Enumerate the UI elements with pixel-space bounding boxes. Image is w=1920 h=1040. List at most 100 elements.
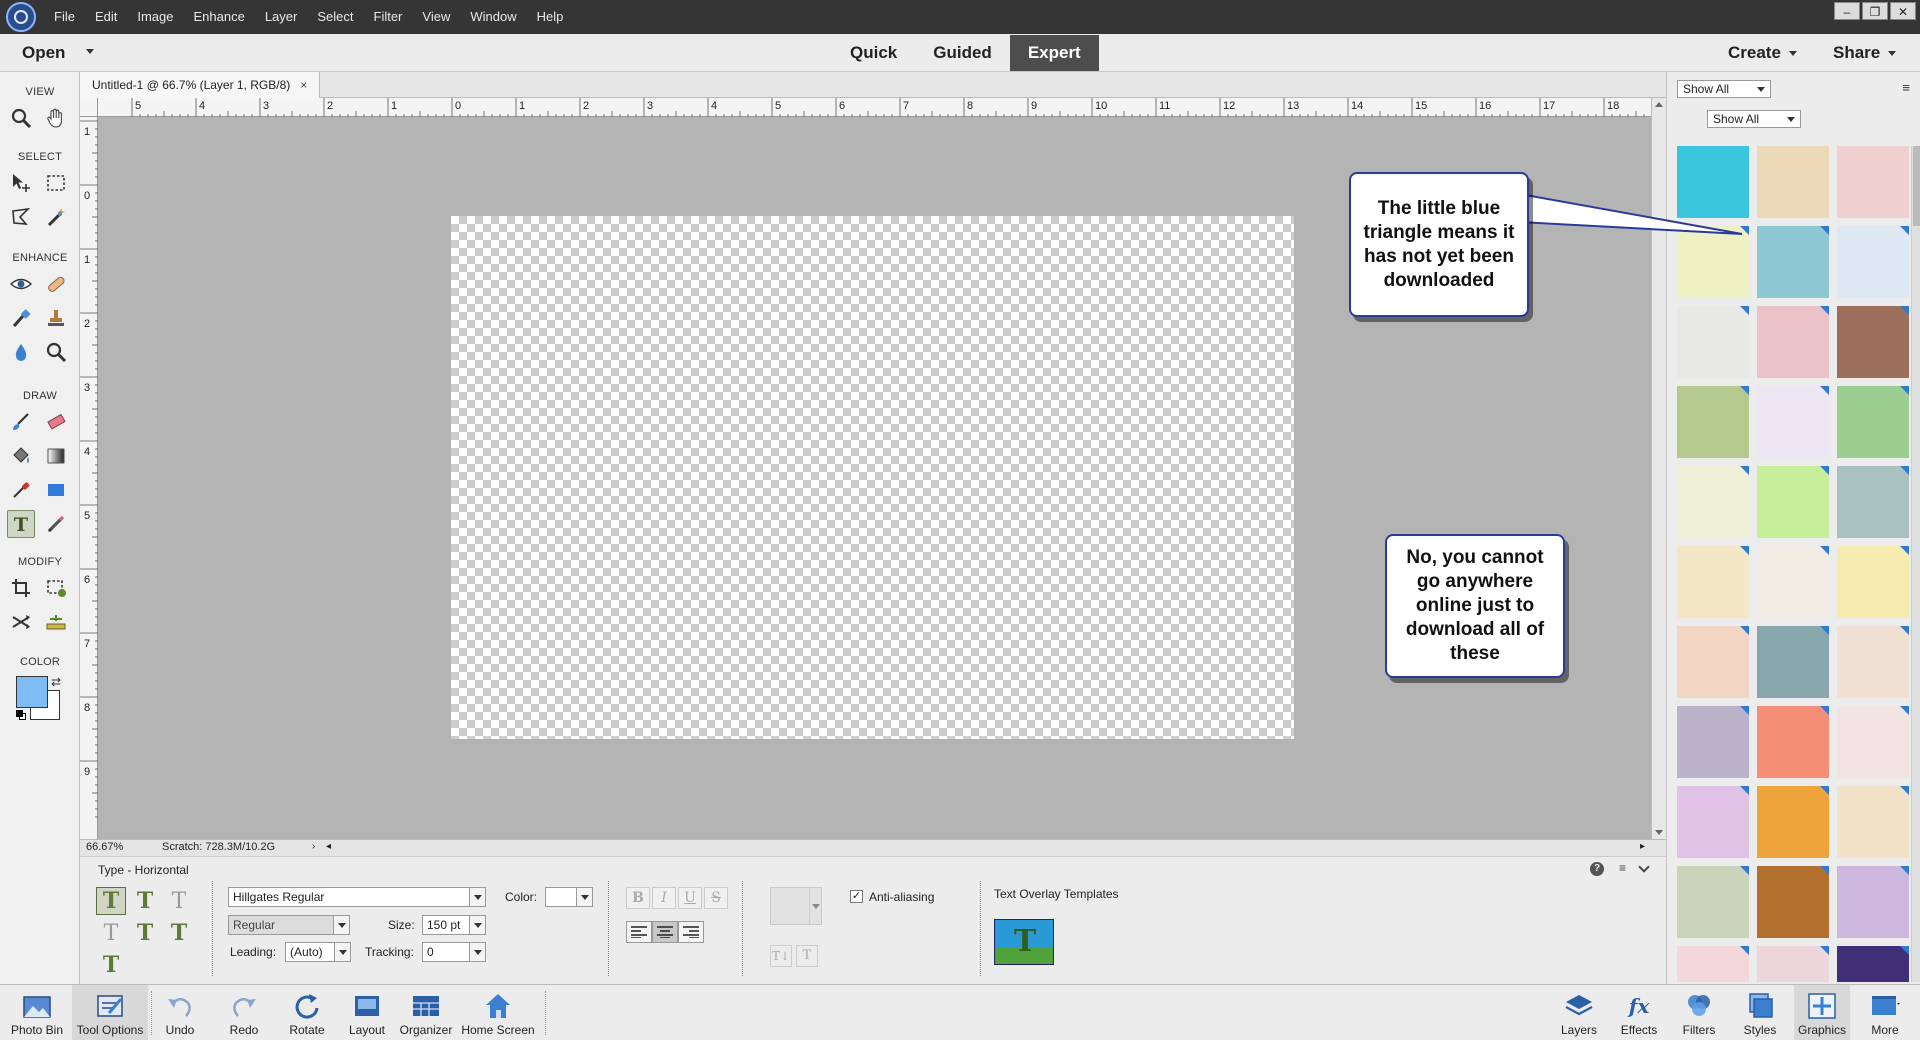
redo-button[interactable]: Redo xyxy=(222,985,266,1040)
graphic-thumbnail[interactable] xyxy=(1677,866,1749,938)
blur-tool-icon[interactable] xyxy=(7,338,35,366)
graphic-thumbnail[interactable] xyxy=(1837,306,1909,378)
graphic-thumbnail[interactable] xyxy=(1837,706,1909,778)
graphics-filter-select-2[interactable]: Show All xyxy=(1707,110,1801,128)
type-tool-icon[interactable]: T xyxy=(7,510,35,538)
marquee-tool-icon[interactable] xyxy=(42,169,70,197)
text-overlay-template-button[interactable]: T xyxy=(994,919,1054,965)
home-screen-button[interactable]: Home Screen xyxy=(458,985,538,1040)
foreground-color-swatch[interactable] xyxy=(16,676,48,708)
status-menu-icon[interactable]: › xyxy=(312,841,315,852)
align-center-button[interactable] xyxy=(652,921,678,943)
graphic-thumbnail[interactable] xyxy=(1677,786,1749,858)
effects-button[interactable]: fx Effects xyxy=(1616,985,1662,1040)
open-button[interactable]: Open xyxy=(22,43,65,63)
ruler-horizontal[interactable]: 5 4 3 2 1 0 1 2 3 4 5 6 7 8 9 10 11 12 13 14 15 16 17 18 xyxy=(98,98,1651,117)
graphic-thumbnail[interactable] xyxy=(1837,466,1909,538)
hscroll-left-icon[interactable]: ◂ xyxy=(326,841,331,852)
undo-button[interactable]: Undo xyxy=(158,985,202,1040)
shape-tool-icon[interactable] xyxy=(42,476,70,504)
straighten-tool-icon[interactable] xyxy=(42,608,70,636)
paint-bucket-tool-icon[interactable] xyxy=(7,442,35,470)
close-window-icon[interactable]: ✕ xyxy=(1890,2,1916,20)
sponge-tool-icon[interactable] xyxy=(42,338,70,366)
brush-tool-icon[interactable] xyxy=(7,408,35,436)
scroll-down-icon[interactable] xyxy=(1655,830,1663,835)
layers-button[interactable]: Layers xyxy=(1556,985,1602,1040)
more-button[interactable]: More xyxy=(1862,985,1908,1040)
move-tool-icon[interactable] xyxy=(7,169,35,197)
graphics-scrollbar[interactable] xyxy=(1911,146,1920,982)
underline-button[interactable]: U xyxy=(678,887,702,909)
default-colors-icon[interactable] xyxy=(16,710,26,720)
close-tab-icon[interactable]: × xyxy=(300,78,307,92)
ruler-vertical[interactable]: 1 0 1 2 3 4 5 6 7 8 9 xyxy=(80,117,98,839)
organizer-button[interactable]: Organizer xyxy=(398,985,454,1040)
align-right-button[interactable] xyxy=(678,921,704,943)
rotate-button[interactable]: Rotate xyxy=(282,985,332,1040)
help-icon[interactable]: ? xyxy=(1590,862,1604,876)
tracking-field[interactable]: 0 xyxy=(422,942,486,962)
graphic-thumbnail[interactable] xyxy=(1757,866,1829,938)
strikethrough-button[interactable]: S xyxy=(704,887,728,909)
text-on-path-icon[interactable]: T xyxy=(96,951,126,979)
tab-guided[interactable]: Guided xyxy=(915,35,1010,71)
menu-edit[interactable]: Edit xyxy=(85,0,127,34)
graphic-thumbnail[interactable] xyxy=(1757,386,1829,458)
font-family-select[interactable]: Hillgates Regular xyxy=(228,887,486,907)
align-left-button[interactable] xyxy=(626,921,652,943)
tab-quick[interactable]: Quick xyxy=(832,35,915,71)
menu-select[interactable]: Select xyxy=(307,0,363,34)
minimize-icon[interactable]: – xyxy=(1834,2,1860,20)
tool-options-button[interactable]: Tool Options xyxy=(72,985,148,1040)
filters-button[interactable]: Filters xyxy=(1676,985,1722,1040)
menu-image[interactable]: Image xyxy=(127,0,183,34)
graphics-filter-select-1[interactable]: Show All xyxy=(1677,80,1771,98)
collapse-panel-icon[interactable] xyxy=(1638,861,1650,873)
menu-view[interactable]: View xyxy=(412,0,460,34)
crop-tool-icon[interactable] xyxy=(7,574,35,602)
text-on-shape-icon[interactable]: T xyxy=(164,919,194,947)
graphic-thumbnail[interactable] xyxy=(1677,946,1749,982)
graphic-thumbnail[interactable] xyxy=(1757,706,1829,778)
graphic-thumbnail[interactable] xyxy=(1757,226,1829,298)
graphics-scroll-thumb[interactable] xyxy=(1913,146,1920,226)
graphic-thumbnail[interactable] xyxy=(1677,626,1749,698)
graphic-thumbnail[interactable] xyxy=(1757,946,1829,982)
italic-button[interactable]: I xyxy=(652,887,676,909)
scroll-up-icon[interactable] xyxy=(1655,102,1663,107)
text-color-picker[interactable] xyxy=(545,887,593,907)
tab-expert[interactable]: Expert xyxy=(1009,35,1099,71)
open-dropdown-icon[interactable] xyxy=(86,49,94,54)
photo-bin-button[interactable]: Photo Bin xyxy=(4,985,70,1040)
text-orientation-icon[interactable]: T↓ xyxy=(770,945,792,967)
graphic-thumbnail[interactable] xyxy=(1837,866,1909,938)
menu-file[interactable]: File xyxy=(44,0,85,34)
graphic-thumbnail[interactable] xyxy=(1757,146,1829,218)
graphic-thumbnail[interactable] xyxy=(1757,626,1829,698)
bold-button[interactable]: B xyxy=(626,887,650,909)
restore-icon[interactable]: ❐ xyxy=(1862,2,1888,20)
clone-stamp-tool-icon[interactable] xyxy=(42,304,70,332)
text-style-dropdown[interactable] xyxy=(809,888,821,924)
menu-help[interactable]: Help xyxy=(527,0,574,34)
graphic-thumbnail[interactable] xyxy=(1757,546,1829,618)
layout-button[interactable]: Layout xyxy=(342,985,392,1040)
graphic-thumbnail[interactable] xyxy=(1837,546,1909,618)
gradient-tool-icon[interactable] xyxy=(42,442,70,470)
text-on-selection-icon[interactable]: T xyxy=(130,919,160,947)
eraser-tool-icon[interactable] xyxy=(42,408,70,436)
graphic-thumbnail[interactable] xyxy=(1837,386,1909,458)
swap-colors-icon[interactable]: ⇄ xyxy=(51,675,61,689)
graphic-thumbnail[interactable] xyxy=(1677,706,1749,778)
hscroll-right-icon[interactable]: ▸ xyxy=(1640,841,1645,852)
menu-layer[interactable]: Layer xyxy=(255,0,308,34)
menu-filter[interactable]: Filter xyxy=(364,0,413,34)
red-eye-tool-icon[interactable] xyxy=(7,270,35,298)
leading-field[interactable]: (Auto) xyxy=(285,942,351,962)
horizontal-type-icon[interactable]: T xyxy=(96,887,126,915)
font-size-field[interactable]: 150 pt xyxy=(422,915,486,935)
content-aware-move-tool-icon[interactable] xyxy=(7,608,35,636)
graphic-thumbnail[interactable] xyxy=(1837,786,1909,858)
vertical-type-icon[interactable]: T xyxy=(130,887,160,915)
